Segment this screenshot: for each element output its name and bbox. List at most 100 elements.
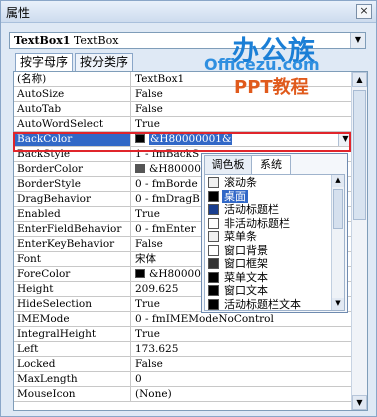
title-bar: 属性 × [1,1,376,23]
color-swatch [135,269,145,278]
property-value[interactable]: 173.625 [132,342,352,356]
property-value[interactable]: False [132,357,352,371]
property-name: Height [14,282,131,296]
property-name: IMEMode [14,312,131,326]
property-value-text: False [135,103,163,115]
property-name: Left [14,342,131,356]
property-value-text: False [135,88,163,100]
color-item-label: 菜单文本 [224,270,268,284]
window-title: 属性 [6,6,31,20]
property-row[interactable]: MouseIcon (None) [14,387,352,402]
property-name: IntegralHeight [14,327,131,341]
property-row[interactable]: Locked False [14,357,352,372]
properties-window: 属性 × TextBox1 TextBox ▼ 按字母序 按分类序 (名称) Te… [0,0,377,417]
property-name: HideSelection [14,297,131,311]
property-name: AutoWordSelect [14,117,131,131]
property-value[interactable]: 0 [132,372,352,386]
color-list-scrollbar[interactable]: ▲ ▼ [331,175,344,310]
property-row[interactable]: Left 173.625 [14,342,352,357]
color-swatch [208,231,219,242]
color-item-label: 活动标题栏文本 [224,297,301,311]
color-picker-tabs: 调色板 系统 [202,154,347,174]
color-list-item[interactable]: 菜单文本 [205,271,331,284]
color-swatch [208,285,219,296]
color-list-item[interactable]: 滚动条 [205,176,331,189]
property-name: EnterKeyBehavior [14,237,131,251]
color-list-item[interactable]: 菜单条 [205,230,331,243]
color-item-label: 窗口框架 [224,257,268,270]
property-value-text: True [135,208,160,220]
property-value-text: 0 - fmBorde [135,178,198,190]
property-value-text: TextBox1 [135,73,185,85]
property-value-text: 宋体 [135,253,156,265]
color-item-label: 桌面 [222,189,248,203]
color-list-item[interactable]: 窗口文本 [205,284,331,297]
property-name: DragBehavior [14,192,131,206]
property-value-text: True [135,298,160,310]
color-swatch [208,190,219,202]
property-value-text: 0 - fmIMEModeNoControl [135,313,274,325]
property-value[interactable]: 0 - fmIMEModeNoControl [132,312,352,326]
property-name: BorderColor [14,162,131,176]
property-name: BorderStyle [14,177,131,191]
property-name: ForeColor [14,267,131,281]
tab-alphabetic[interactable]: 按字母序 [15,53,73,73]
property-row[interactable]: IntegralHeight True [14,327,352,342]
color-item-label: 窗口文本 [224,284,268,297]
property-value[interactable]: (None) [132,387,352,401]
color-item-label: 活动标题栏 [224,203,279,216]
color-list-item[interactable]: 非活动标题栏 [205,217,331,230]
property-row[interactable]: AutoWordSelect True [14,117,352,132]
property-value-text: (None) [135,388,172,400]
object-selector-text: TextBox1 TextBox [14,34,118,47]
tab-palette[interactable]: 调色板 [204,155,252,174]
color-list-item[interactable]: 桌面 [205,189,331,203]
system-color-list: 滚动条 桌面 活动标题栏 非活动标题栏 菜单条 窗口背景 窗口框架 菜单文本 窗口文本 活动标题栏… [204,174,345,311]
property-name: MaxLength [14,372,131,386]
tab-categorized[interactable]: 按分类序 [75,53,133,72]
color-swatch [208,298,219,310]
property-name: Locked [14,357,131,371]
scroll-down-icon[interactable]: ▼ [352,395,367,410]
property-name: (名称) [14,72,131,86]
scroll-up-icon[interactable]: ▲ [332,175,344,187]
logo-sub-text: PPT教程 [234,77,309,98]
property-value-text: True [135,118,160,130]
color-list-item[interactable]: 活动标题栏 [205,203,331,216]
color-swatch [208,217,219,229]
scroll-down-icon[interactable]: ▼ [332,298,344,310]
color-list-item[interactable]: 窗口背景 [205,244,331,257]
object-type: TextBox [73,34,119,47]
color-swatch [208,271,219,283]
property-value[interactable]: True [132,117,352,131]
color-swatch [208,177,219,188]
property-value-text: 209.625 [135,283,179,295]
property-value-text: False [135,238,163,250]
property-name: AutoSize [14,87,131,101]
color-list-item[interactable]: 活动标题栏文本 [205,297,331,311]
property-value-text: 0 - fmDragB [135,193,200,205]
property-value-text: 0 [135,373,142,385]
property-row[interactable]: IMEMode 0 - fmIMEModeNoControl [14,312,352,327]
property-name: MouseIcon [14,387,131,401]
grid-scrollbar[interactable]: ▲ ▼ [351,72,367,410]
color-swatch [208,244,219,256]
tab-system[interactable]: 系统 [251,155,291,174]
property-name: Enabled [14,207,131,221]
logo-domain-text: Officezu.com [204,55,320,74]
color-item-label: 非活动标题栏 [224,216,290,230]
scroll-thumb[interactable] [353,90,366,220]
color-item-label: 窗口背景 [224,243,268,257]
property-value[interactable]: True [132,327,352,341]
property-value-text: 173.625 [135,343,179,355]
color-list-item[interactable]: 窗口框架 [205,257,331,270]
color-item-label: 菜单条 [224,230,257,243]
scroll-thumb[interactable] [333,189,343,229]
object-name: TextBox1 [14,34,71,47]
property-value-text: False [135,358,163,370]
close-icon[interactable]: × [356,4,372,19]
property-value[interactable]: False [132,102,352,116]
color-swatch [135,164,145,173]
property-row[interactable]: MaxLength 0 [14,372,352,387]
property-row[interactable]: AutoTab False [14,102,352,117]
